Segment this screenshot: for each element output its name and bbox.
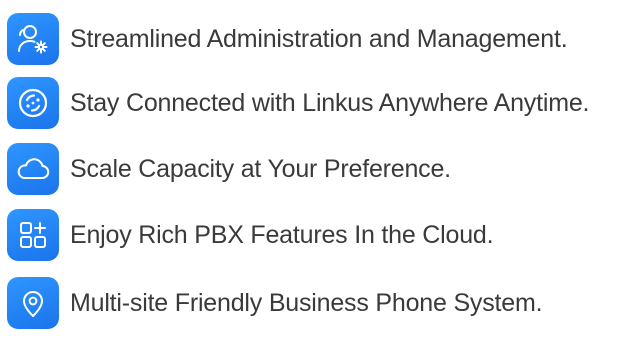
- cloud-icon: [7, 143, 59, 195]
- feature-item-pbx: Enjoy Rich PBX Features In the Cloud.: [7, 208, 494, 262]
- feature-list: Streamlined Administration and Managemen…: [0, 0, 621, 338]
- feature-text-multisite: Multi-site Friendly Business Phone Syste…: [70, 289, 543, 317]
- grid-plus-icon: [7, 209, 59, 261]
- admin-users-gear-icon: [7, 13, 59, 65]
- feature-text-administration: Streamlined Administration and Managemen…: [70, 25, 568, 53]
- feature-item-scale: Scale Capacity at Your Preference.: [7, 142, 451, 196]
- feature-item-linkus: Stay Connected with Linkus Anywhere Anyt…: [7, 76, 589, 130]
- feature-text-pbx: Enjoy Rich PBX Features In the Cloud.: [70, 221, 494, 249]
- feature-text-linkus: Stay Connected with Linkus Anywhere Anyt…: [70, 89, 590, 117]
- feature-text-scale: Scale Capacity at Your Preference.: [70, 155, 451, 183]
- location-pin-icon: [7, 277, 59, 329]
- linkus-connect-icon: [7, 77, 59, 129]
- feature-item-multisite: Multi-site Friendly Business Phone Syste…: [7, 276, 543, 330]
- feature-item-administration: Streamlined Administration and Managemen…: [7, 12, 568, 66]
